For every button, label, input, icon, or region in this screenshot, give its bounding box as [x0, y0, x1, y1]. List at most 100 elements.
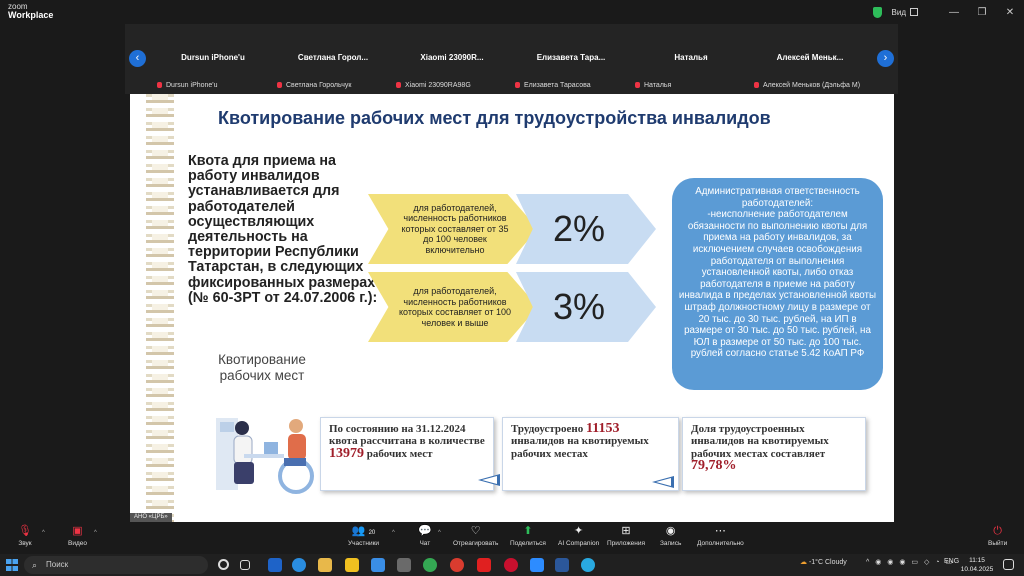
stat-employed-text: инвалидов на квотируемых рабочих местах: [511, 435, 649, 460]
app-badge-icon[interactable]: [345, 558, 359, 572]
zoom-taskbar-icon[interactable]: [530, 558, 544, 572]
stat-quota-unit: рабочих мест: [366, 447, 433, 460]
yandex-browser-icon[interactable]: [504, 558, 518, 572]
share-screen-icon: ⬆: [523, 525, 533, 537]
task-view-icon[interactable]: [240, 560, 250, 570]
chat-icon: 💬: [418, 525, 432, 537]
tier1-text: для работодателей, численность работнико…: [401, 202, 509, 255]
zoom-logo: zoom Workplace: [8, 3, 53, 20]
cortana-icon[interactable]: [218, 559, 229, 570]
participant-label: Dursun iPhone'u: [157, 82, 218, 89]
word-icon[interactable]: [555, 558, 569, 572]
participant-tile-name[interactable]: Dursun iPhone'u: [158, 53, 268, 62]
apps-button[interactable]: ⊞ Приложения: [607, 525, 645, 547]
camera-off-icon: ▣: [72, 525, 83, 537]
chat-button[interactable]: 💬 Чат: [418, 525, 432, 547]
muted-mic-icon: [754, 82, 759, 89]
browser-icon[interactable]: [450, 558, 464, 572]
stat-share-box: Доля трудоустроенных инвалидов на квотир…: [682, 417, 866, 491]
muted-mic-icon: [635, 82, 640, 89]
telegram-icon[interactable]: [581, 558, 595, 572]
participant-label: Елизавета Тарасова: [515, 82, 591, 89]
participant-tile-name[interactable]: Светлана Горол...: [278, 53, 388, 62]
record-icon: ◉: [665, 525, 676, 537]
participant-label: Xiaomi 23090RA98G: [396, 82, 471, 89]
video-button[interactable]: ▣ Видео: [68, 525, 87, 547]
heart-icon: ♡: [470, 525, 481, 537]
react-button[interactable]: ♡ Отреагировать: [453, 525, 498, 547]
language-indicator[interactable]: ENG: [944, 558, 959, 565]
tier2-text: для работодателей, численность работнико…: [399, 286, 511, 328]
muted-mic-icon: [157, 82, 162, 89]
mail-icon[interactable]: [371, 558, 385, 572]
taskbar-search-input[interactable]: ⌕ Поиск: [24, 556, 208, 574]
notifications-icon[interactable]: [1003, 559, 1014, 570]
ai-companion-button[interactable]: ✦ AI Companion: [558, 525, 599, 547]
participant-label: Алексей Меньков (Дэльфа М): [754, 82, 860, 89]
chrome-icon[interactable]: [423, 558, 437, 572]
participants-options-chevron-icon[interactable]: ^: [392, 530, 395, 536]
admin-responsibility-box: Административная ответственность работод…: [672, 178, 883, 390]
stat-employed-number: 11153: [586, 421, 620, 436]
prev-page-chevron-icon[interactable]: ‹: [129, 50, 146, 67]
participant-label: Наталья: [635, 82, 671, 89]
office-workers-illustration: [216, 418, 314, 494]
tier1-value-chevron: 2%: [516, 194, 656, 264]
stat-share-number: 79,78%: [691, 458, 737, 474]
system-tray-icons[interactable]: ^ ◉ ◉ ◉ ▭ ◇ ◔ ▭: [866, 558, 954, 566]
more-icon: ⋯: [714, 525, 726, 537]
audio-options-chevron-icon[interactable]: ^: [42, 530, 45, 536]
chain-border-highlight: [152, 94, 168, 522]
apps-icon: ⊞: [621, 525, 631, 537]
share-button[interactable]: ⬆ Поделиться: [510, 525, 546, 547]
minimize-button[interactable]: —: [940, 7, 968, 18]
tier2-value: 3%: [552, 286, 606, 327]
outlook-icon[interactable]: [268, 558, 282, 572]
tier2-value-chevron: 3%: [516, 272, 656, 342]
record-button[interactable]: ◉ Запись: [660, 525, 681, 547]
close-button[interactable]: ✕: [996, 7, 1024, 18]
cloud-icon: ☁: [800, 559, 807, 566]
sparkle-icon: ✦: [573, 525, 584, 537]
shared-screen-slide: Квотирование рабочих мест для трудоустро…: [130, 94, 894, 522]
mic-muted-icon: 🎙: [18, 525, 32, 537]
stat-quota-text: По состоянию на 31.12.2024 квота рассчит…: [329, 423, 485, 448]
tier2-chevron: для работодателей, численность работнико…: [368, 272, 538, 342]
participant-tile-name[interactable]: Елизавета Тара...: [516, 53, 626, 62]
stat-quota-number: 13979: [329, 445, 364, 461]
muted-mic-icon: [396, 82, 401, 89]
clock[interactable]: 11:15 10.04.2025: [960, 556, 994, 574]
windows-start-icon[interactable]: [6, 559, 18, 571]
active-speaker-label: АНО «ЦРБ»: [130, 513, 172, 522]
encryption-shield-icon[interactable]: [872, 6, 882, 18]
stat-quota-box: По состоянию на 31.12.2024 квота рассчит…: [320, 417, 494, 491]
leave-icon: ⏻: [993, 525, 1002, 537]
callout-tail: [652, 476, 674, 488]
window-titlebar: zoom Workplace Вид — ❐ ✕: [0, 0, 1024, 24]
view-grid-icon[interactable]: [910, 8, 918, 16]
leave-button[interactable]: ⏻ Выйти: [988, 525, 1007, 547]
video-options-chevron-icon[interactable]: ^: [94, 530, 97, 536]
participant-tile-name[interactable]: Xiaomi 23090R...: [397, 53, 507, 62]
next-page-chevron-icon[interactable]: ›: [877, 50, 894, 67]
edge-icon[interactable]: [292, 558, 306, 572]
quota-description: Квота для приема на работу инвалидов уст…: [188, 153, 378, 306]
file-explorer-icon[interactable]: [318, 558, 332, 572]
more-button[interactable]: ⋯ Дополнительно: [697, 525, 744, 547]
store-icon[interactable]: [397, 558, 411, 572]
participant-tile-name[interactable]: Алексей Меньк...: [755, 53, 865, 62]
muted-mic-icon: [515, 82, 520, 89]
tier1-chevron: для работодателей, численность работнико…: [368, 194, 538, 264]
view-menu-button[interactable]: Вид: [892, 8, 906, 17]
quota-caption: Квотирование рабочих мест: [218, 352, 306, 383]
participant-tile-name[interactable]: Наталья: [636, 53, 746, 62]
weather-widget[interactable]: ☁ -1°C Cloudy: [800, 558, 847, 566]
maximize-button[interactable]: ❐: [968, 7, 996, 18]
chat-options-chevron-icon[interactable]: ^: [438, 530, 441, 536]
participants-button[interactable]: 👥 20 Участники: [348, 525, 379, 547]
audio-button[interactable]: 🎙 Звук: [18, 525, 32, 547]
participants-icon: 👥 20: [351, 525, 376, 537]
yandex-icon[interactable]: [477, 558, 491, 572]
tier1-value: 2%: [552, 208, 606, 249]
search-icon: ⌕: [32, 560, 38, 570]
